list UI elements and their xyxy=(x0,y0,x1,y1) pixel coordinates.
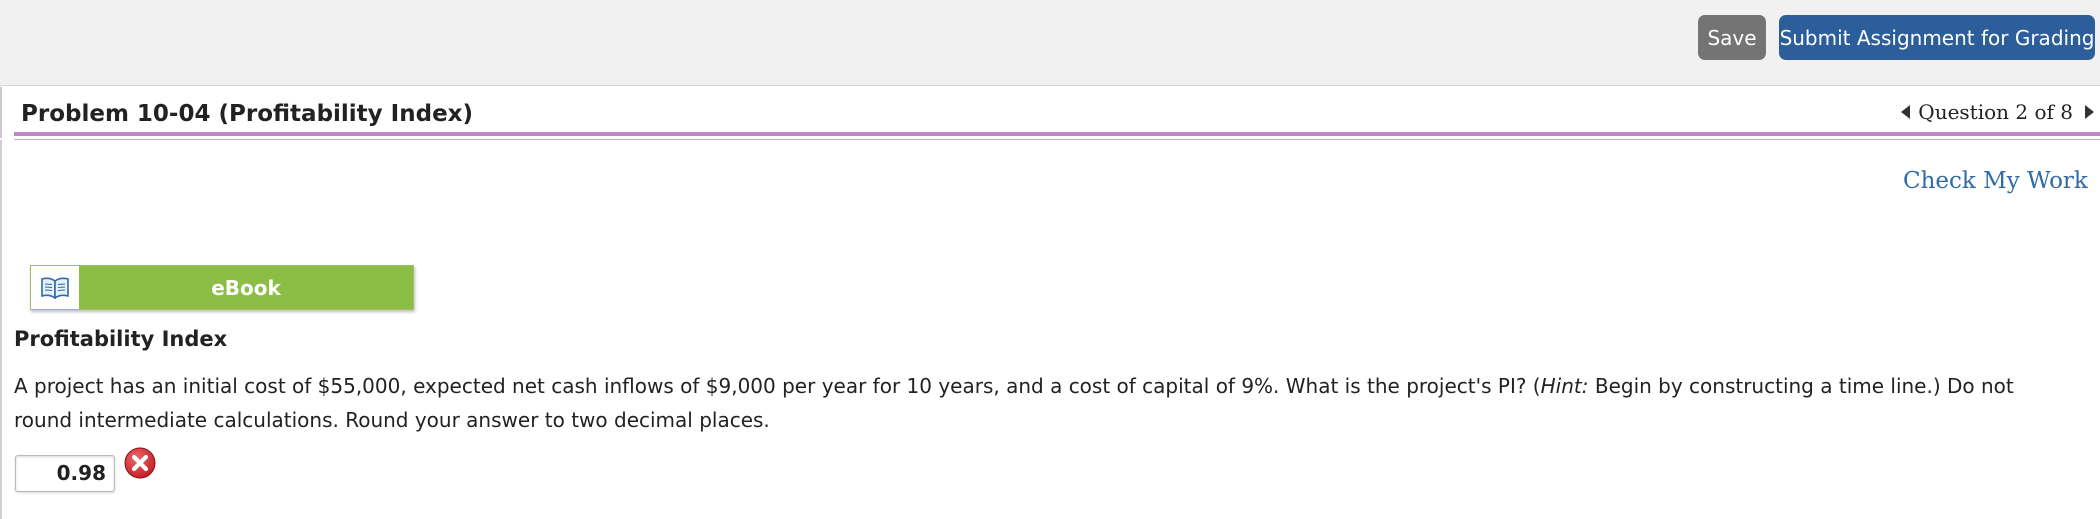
previous-question-icon[interactable] xyxy=(1901,105,1911,119)
check-my-work-link[interactable]: Check My Work xyxy=(1903,168,2088,194)
question-navigator: Question 2 of 8 xyxy=(1901,100,2100,124)
submit-assignment-button[interactable]: Submit Assignment for Grading xyxy=(1779,15,2095,60)
section-title: Profitability Index xyxy=(14,327,228,351)
question-text: A project has an initial cost of $55,000… xyxy=(14,369,2074,437)
problem-title: Problem 10-04 (Profitability Index) xyxy=(21,101,474,127)
hint-label: Hint: xyxy=(1540,374,1589,398)
x-circle-icon xyxy=(123,446,157,480)
ebook-button[interactable]: eBook xyxy=(30,265,414,310)
problem-header: Problem 10-04 (Profitability Index) Ques… xyxy=(0,87,2100,138)
question-text-part1: A project has an initial cost of $55,000… xyxy=(14,374,1541,398)
open-book-icon xyxy=(31,266,79,309)
save-button[interactable]: Save xyxy=(1698,15,1766,60)
ebook-label: eBook xyxy=(79,266,413,309)
top-toolbar: Save Submit Assignment for Grading xyxy=(0,0,2100,86)
question-counter: Question 2 of 8 xyxy=(1918,100,2073,124)
header-divider-thin xyxy=(14,139,2100,140)
content-left-border xyxy=(0,140,2,519)
header-divider xyxy=(14,132,2100,136)
next-question-icon[interactable] xyxy=(2085,105,2094,119)
answer-input[interactable]: 0.98 xyxy=(15,455,115,492)
